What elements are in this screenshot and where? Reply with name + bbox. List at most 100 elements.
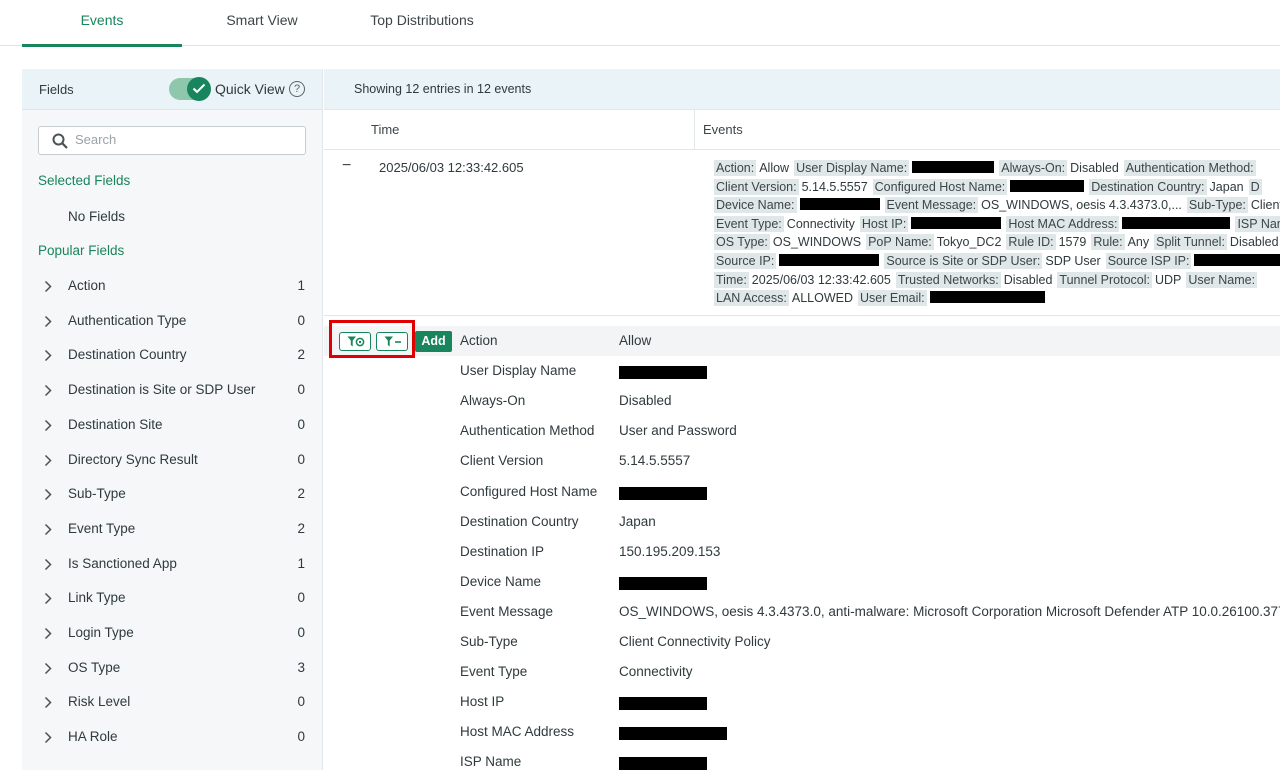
chevron-right-icon[interactable] [44,627,52,640]
event-field-key[interactable]: Configured Host Name: [872,178,1008,195]
field-row[interactable]: Destination is Site or SDP User 0 [22,374,322,408]
field-row[interactable]: Event Type 2 [22,513,322,547]
field-row[interactable]: Sub-Type 2 [22,478,322,512]
event-field-key[interactable]: PoP Name: [866,234,934,251]
chevron-right-icon[interactable] [44,558,52,571]
detail-row[interactable]: Authentication Method User and Password [324,416,1280,446]
field-row[interactable]: Destination Site 0 [22,409,322,443]
event-field-key[interactable]: User Name: [1186,271,1258,288]
field-row[interactable]: HA Role 0 [22,721,322,755]
event-field-key[interactable]: Trusted Networks: [895,271,1001,288]
detail-row[interactable]: User Display Name [324,356,1280,386]
field-row[interactable]: Risk Level 0 [22,686,322,720]
field-count: 0 [297,382,305,398]
detail-row[interactable]: Client Version 5.14.5.5557 [324,446,1280,476]
event-field-key[interactable]: Host MAC Address: [1006,215,1120,232]
chevron-right-icon[interactable] [44,384,52,397]
collapse-row-button[interactable]: − [342,157,351,175]
tab-events[interactable]: Events [22,0,182,47]
field-count: 0 [297,625,305,640]
event-field-key[interactable]: Source is Site or SDP User: [884,252,1043,269]
event-summary-line: Device Name: Event Message: OS_WINDOWS, oe… [712,196,1280,215]
row-divider [324,315,1280,316]
event-field-key[interactable]: ISP Name: [1235,215,1280,232]
event-field-key[interactable]: Rule ID: [1006,234,1056,251]
event-field-key[interactable]: Split Tunnel: [1154,234,1227,251]
tab-top-distributions[interactable]: Top Distributions [342,0,502,46]
event-field-key[interactable]: Authentication Method: [1123,160,1256,176]
column-time[interactable]: Time [371,122,399,137]
event-field-key[interactable]: Event Message: [884,197,979,214]
event-field-key[interactable]: Source ISP IP: [1105,252,1192,269]
event-field-key[interactable]: Client Version: [714,178,799,195]
event-field-value: 5.14.5.5557 [801,179,868,194]
detail-row[interactable]: Action Allow [324,326,1280,356]
detail-row[interactable]: Sub-Type Client Connectivity Policy [324,627,1280,657]
event-field-key[interactable]: Time: [714,271,749,288]
field-name: Event Type [68,520,136,536]
event-summary-line: Event Type: Connectivity Host IP: Host MAC … [712,215,1280,234]
chevron-right-icon[interactable] [44,315,52,328]
chevron-right-icon[interactable] [44,662,52,675]
event-field-key[interactable]: Host IP: [859,215,909,232]
event-field-key[interactable]: LAN Access: [714,290,789,307]
detail-row[interactable]: Destination IP 150.195.209.153 [324,537,1280,567]
help-circle-icon[interactable]: ? [289,81,305,97]
event-field-key[interactable]: Always-On: [999,160,1068,176]
quick-view-toggle[interactable] [169,77,211,101]
redacted-value [619,576,707,590]
events-panel: Showing 12 entries in 12 events Time Eve… [324,69,1280,770]
event-field-key[interactable]: Source IP: [714,252,777,269]
field-row[interactable]: Action 1 [22,270,322,304]
event-field-key[interactable]: Rule: [1091,234,1125,251]
redacted-value [779,253,880,266]
event-field-key[interactable]: User Email: [858,290,927,307]
field-row[interactable]: OS Type 3 [22,652,322,686]
event-field-value: OS_WINDOWS, oesis 4.3.4373.0,... [981,198,1182,213]
chevron-right-icon[interactable] [44,349,52,362]
field-row[interactable]: Destination Country 2 [22,339,322,373]
field-row[interactable]: Is Sanctioned App 1 [22,548,322,582]
field-row[interactable]: Login Type 0 [22,617,322,651]
event-field-key[interactable]: Event Type: [714,215,784,232]
event-field-value: 1579 [1058,235,1087,250]
column-events[interactable]: Events [703,122,743,137]
event-field-key[interactable]: Action: [714,160,757,176]
check-icon [192,83,206,94]
event-field-key[interactable]: Sub-Type: [1186,197,1248,214]
detail-row[interactable]: Event Message OS_WINDOWS, oesis 4.3.4373.… [324,597,1280,627]
field-row[interactable]: Authentication Type 0 [22,305,322,339]
chevron-right-icon[interactable] [44,592,52,605]
detail-row[interactable]: Destination Country Japan [324,507,1280,537]
chevron-right-icon[interactable] [44,523,52,536]
chevron-right-icon[interactable] [44,731,52,744]
chevron-right-icon[interactable] [44,488,52,501]
detail-row[interactable]: Configured Host Name [324,477,1280,507]
search-input[interactable] [75,132,295,147]
detail-row[interactable]: Host IP [324,687,1280,717]
detail-row[interactable]: Always-On Disabled [324,386,1280,416]
event-field-key[interactable]: D [1248,178,1262,195]
detail-row[interactable]: Event Type Connectivity [324,657,1280,687]
chevron-right-icon[interactable] [44,454,52,467]
column-divider[interactable] [694,110,695,150]
search-field[interactable] [38,126,306,155]
event-field-key[interactable]: Destination Country: [1089,178,1207,195]
detail-row[interactable]: Host MAC Address [324,717,1280,747]
event-field-key[interactable]: Device Name: [714,197,797,214]
detail-row[interactable]: ISP Name [324,747,1280,770]
detail-row[interactable]: Device Name [324,567,1280,597]
detail-key: ISP Name [460,754,522,770]
chevron-right-icon[interactable] [44,280,52,293]
redacted-value [619,486,707,500]
tab-smart-view[interactable]: Smart View [182,0,342,46]
field-row[interactable]: Link Type 0 [22,582,322,616]
event-field-key[interactable]: User Display Name: [794,160,910,176]
field-count: 1 [297,278,305,293]
field-row[interactable]: Directory Sync Result 0 [22,444,322,478]
event-field-key[interactable]: OS Type: [714,234,770,251]
event-field-key[interactable]: Tunnel Protocol: [1057,271,1152,288]
chevron-right-icon[interactable] [44,419,52,432]
field-count: 0 [297,729,305,745]
chevron-right-icon[interactable] [44,696,52,709]
